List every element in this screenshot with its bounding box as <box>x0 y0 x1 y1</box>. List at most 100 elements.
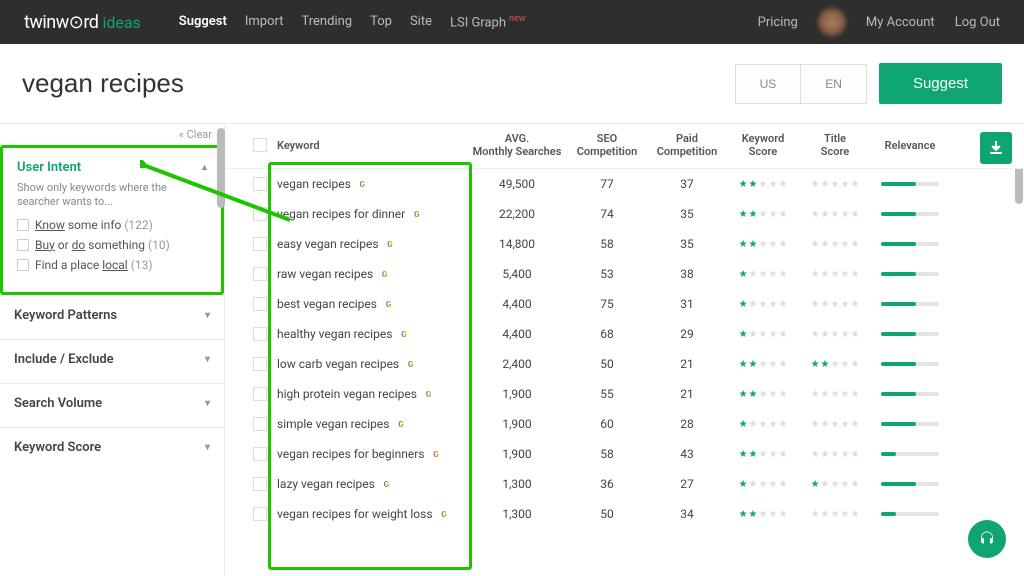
nav-import[interactable]: Import <box>245 14 284 30</box>
table-row[interactable]: healthy vegan recipes4,4006829★★★★★★★★★★ <box>225 319 1024 349</box>
nav-logout[interactable]: Log Out <box>955 15 1000 30</box>
row-checkbox[interactable] <box>253 447 267 461</box>
col-ks[interactable]: Keyword Score <box>727 132 799 158</box>
row-checkbox[interactable] <box>253 507 267 521</box>
col-keyword[interactable]: Keyword <box>277 139 467 152</box>
row-checkbox[interactable] <box>253 417 267 431</box>
logo[interactable]: twinw⊙rd ideas <box>24 12 141 33</box>
row-checkbox[interactable] <box>253 327 267 341</box>
row-checkbox[interactable] <box>253 297 267 311</box>
google-icon[interactable] <box>405 359 416 370</box>
checkbox-icon <box>17 219 29 231</box>
search-input[interactable] <box>22 68 735 99</box>
nav-top[interactable]: Top <box>370 14 392 30</box>
nav-lsi[interactable]: LSI Graphnew <box>450 14 526 30</box>
avatar[interactable] <box>818 8 846 36</box>
nav-trending[interactable]: Trending <box>301 14 352 30</box>
nav-account[interactable]: My Account <box>866 15 935 30</box>
download-button[interactable] <box>980 132 1012 164</box>
keyword-cell: vegan recipes for beginners <box>277 447 467 461</box>
chevron-up-icon: ▴ <box>202 162 207 173</box>
paid-cell: 28 <box>647 417 727 431</box>
col-avg[interactable]: AVG. Monthly Searches <box>467 132 567 158</box>
ts-stars: ★★★★★ <box>799 389 871 400</box>
avg-cell: 4,400 <box>467 297 567 311</box>
col-ts[interactable]: Title Score <box>799 132 871 158</box>
table-row[interactable]: vegan recipes for weight loss1,3005034★★… <box>225 499 1024 529</box>
clear-filters[interactable]: « Clear <box>0 128 224 141</box>
google-icon[interactable] <box>423 389 434 400</box>
new-badge: new <box>509 14 526 24</box>
google-icon[interactable] <box>381 479 392 490</box>
google-icon[interactable] <box>430 449 441 460</box>
google-icon[interactable] <box>411 209 422 220</box>
suggest-button[interactable]: Suggest <box>879 63 1002 104</box>
google-icon[interactable] <box>439 509 450 520</box>
paid-cell: 21 <box>647 387 727 401</box>
col-rel[interactable]: Relevance <box>871 139 949 152</box>
table-row[interactable]: easy vegan recipes14,8005835★★★★★★★★★★ <box>225 229 1024 259</box>
app-header: twinw⊙rd ideas Suggest Import Trending T… <box>0 0 1024 44</box>
rel-cell <box>871 422 949 426</box>
opt-local[interactable]: Find a place local (13) <box>17 258 207 272</box>
filter-include-exclude[interactable]: Include / Exclude▾ <box>0 339 224 383</box>
keyword-cell: easy vegan recipes <box>277 237 467 251</box>
nav-site[interactable]: Site <box>410 14 432 30</box>
user-intent-toggle[interactable]: User Intent ▴ <box>17 158 207 177</box>
paid-cell: 35 <box>647 207 727 221</box>
table-row[interactable]: vegan recipes49,5007737★★★★★★★★★★ <box>225 169 1024 199</box>
support-fab[interactable] <box>968 520 1006 558</box>
avg-cell: 14,800 <box>467 237 567 251</box>
col-paid[interactable]: Paid Competition <box>647 132 727 158</box>
ts-stars: ★★★★★ <box>799 449 871 460</box>
row-checkbox[interactable] <box>253 357 267 371</box>
ts-stars: ★★★★★ <box>799 269 871 280</box>
locale-lang[interactable]: EN <box>800 65 866 103</box>
ts-stars: ★★★★★ <box>799 209 871 220</box>
rel-cell <box>871 482 949 486</box>
locale-country[interactable]: US <box>736 65 801 103</box>
table-row[interactable]: high protein vegan recipes1,9005521★★★★★… <box>225 379 1024 409</box>
rel-cell <box>871 392 949 396</box>
filter-keyword-score[interactable]: Keyword Score▾ <box>0 427 224 471</box>
row-checkbox[interactable] <box>253 207 267 221</box>
keyword-cell: best vegan recipes <box>277 297 467 311</box>
table-row[interactable]: vegan recipes for beginners1,9005843★★★★… <box>225 439 1024 469</box>
table-row[interactable]: simple vegan recipes1,9006028★★★★★★★★★★ <box>225 409 1024 439</box>
avg-cell: 22,200 <box>467 207 567 221</box>
filter-keyword-patterns[interactable]: Keyword Patterns▾ <box>0 295 224 339</box>
keyword-cell: lazy vegan recipes <box>277 477 467 491</box>
row-checkbox[interactable] <box>253 477 267 491</box>
col-seo[interactable]: SEO Competition <box>567 132 647 158</box>
table-row[interactable]: raw vegan recipes5,4005338★★★★★★★★★★ <box>225 259 1024 289</box>
nav-pricing[interactable]: Pricing <box>758 15 798 30</box>
select-all-checkbox[interactable] <box>253 138 267 152</box>
table-row[interactable]: best vegan recipes4,4007531★★★★★★★★★★ <box>225 289 1024 319</box>
row-checkbox[interactable] <box>253 177 267 191</box>
google-icon[interactable] <box>395 419 406 430</box>
chevron-down-icon: ▾ <box>205 442 210 453</box>
keyword-cell: vegan recipes for dinner <box>277 207 467 221</box>
google-icon[interactable] <box>357 179 368 190</box>
google-icon[interactable] <box>379 269 390 280</box>
sidebar-scrollbar[interactable] <box>217 128 225 208</box>
filter-search-volume[interactable]: Search Volume▾ <box>0 383 224 427</box>
google-icon[interactable] <box>398 329 409 340</box>
nav-suggest[interactable]: Suggest <box>179 14 227 30</box>
table-row[interactable]: low carb vegan recipes2,4005021★★★★★★★★★… <box>225 349 1024 379</box>
table-row[interactable]: vegan recipes for dinner22,2007435★★★★★★… <box>225 199 1024 229</box>
paid-cell: 31 <box>647 297 727 311</box>
google-icon[interactable] <box>383 299 394 310</box>
opt-know[interactable]: Know some info (122) <box>17 218 207 232</box>
row-checkbox[interactable] <box>253 267 267 281</box>
ks-stars: ★★★★★ <box>727 329 799 340</box>
row-checkbox[interactable] <box>253 387 267 401</box>
header-right: Pricing My Account Log Out <box>758 8 1000 36</box>
google-icon[interactable] <box>385 239 396 250</box>
table-row[interactable]: lazy vegan recipes1,3003627★★★★★★★★★★ <box>225 469 1024 499</box>
checkbox-icon <box>17 259 29 271</box>
opt-buy[interactable]: Buy or do something (10) <box>17 238 207 252</box>
ks-stars: ★★★★★ <box>727 299 799 310</box>
row-checkbox[interactable] <box>253 237 267 251</box>
avg-cell: 1,900 <box>467 447 567 461</box>
